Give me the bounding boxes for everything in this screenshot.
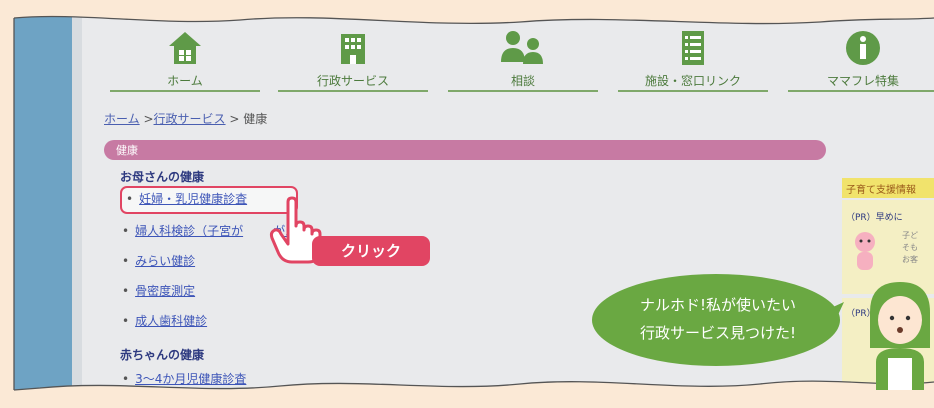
bubble-line-2: 行政サービス見つけた! (639, 324, 796, 342)
speech-bubble: ナルホド!私が使いたい 行政サービス見つけた! (592, 272, 844, 372)
bubble-line-1: ナルホド!私が使いたい (639, 296, 796, 314)
click-callout-label: クリック (312, 236, 430, 266)
tutorial-illustration: ホーム 行政サービス 相談 施設・窓口リンク ママフレ特集 ホーム >行政サービ… (0, 0, 934, 405)
character-illustration (870, 282, 930, 390)
